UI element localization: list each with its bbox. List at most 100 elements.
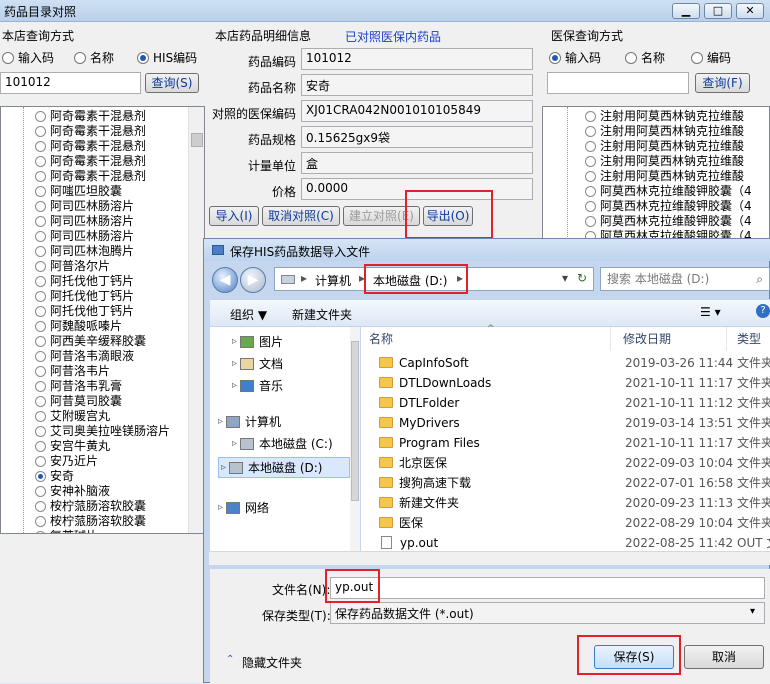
store-list-scrollbar[interactable]: [188, 107, 204, 533]
list-item[interactable]: 阿司匹林肠溶片: [35, 199, 170, 214]
file-row[interactable]: DTLFolder 2021-10-11 11:12 文件夹: [361, 393, 770, 413]
back-arrow-icon[interactable]: ◀: [212, 267, 238, 293]
list-item[interactable]: 阿昔洛韦片: [35, 364, 170, 379]
list-item[interactable]: 注射用阿莫西林钠克拉维酸: [585, 109, 752, 124]
expand-arrow-icon[interactable]: ▹: [221, 462, 226, 473]
list-item[interactable]: 阿西美辛缓释胶囊: [35, 334, 170, 349]
chevron-up-icon[interactable]: ⌃: [226, 654, 234, 665]
list-item[interactable]: 桉柠蒎肠溶软胶囊: [35, 514, 170, 529]
list-item[interactable]: 艾附暖宫丸: [35, 409, 170, 424]
nav-item[interactable]: ▹ 音乐: [232, 377, 283, 394]
horizontal-scrollbar[interactable]: [209, 551, 770, 565]
store-search-input[interactable]: 101012: [0, 72, 141, 94]
column-header-name[interactable]: 名称: [361, 327, 611, 351]
nav-item[interactable]: ▹ 本地磁盘 (D:): [218, 457, 350, 478]
column-header-type[interactable]: 类型: [729, 327, 770, 351]
dialog-nav-pane[interactable]: ▹ 图片 ▹ 文档 ▹ 音乐 ▹ 计算机 ▹ 本地磁盘 (C:) ▹ 本地磁盘 (D:) ▹ 网络: [210, 327, 360, 553]
list-item[interactable]: 阿奇霉素干混悬剂: [35, 169, 170, 184]
insurance-query-button[interactable]: 查询(F): [695, 73, 750, 93]
hide-folders-toggle[interactable]: 隐藏文件夹: [242, 654, 302, 671]
list-item[interactable]: 注射用阿莫西林钠克拉维酸: [585, 154, 752, 169]
cancel-button[interactable]: 取消: [684, 645, 764, 669]
list-item[interactable]: 阿昔洛韦乳膏: [35, 379, 170, 394]
forward-arrow-icon[interactable]: ▶: [240, 267, 266, 293]
insurance-drug-list[interactable]: 注射用阿莫西林钠克拉维酸 注射用阿莫西林钠克拉维酸 注射用阿莫西林钠克拉维酸 注射用阿…: [542, 106, 770, 246]
expand-arrow-icon[interactable]: ▹: [232, 438, 237, 449]
unit-field[interactable]: 盒: [301, 152, 533, 174]
main-titlebar[interactable]: 药品目录对照 ▁ □ ✕: [0, 0, 770, 22]
list-item[interactable]: 桉柠蒎肠溶软胶囊: [35, 499, 170, 514]
list-item[interactable]: 安宫牛黄丸: [35, 439, 170, 454]
store-query-button[interactable]: 查询(S): [145, 73, 199, 93]
list-item[interactable]: 阿魏酸哌嗪片: [35, 319, 170, 334]
list-item[interactable]: 阿奇霉素干混悬剂: [35, 154, 170, 169]
dialog-titlebar[interactable]: 保存HIS药品数据导入文件: [204, 239, 770, 261]
file-row[interactable]: Program Files 2021-10-11 11:17 文件夹: [361, 433, 770, 453]
list-item[interactable]: 注射用阿莫西林钠克拉维酸: [585, 124, 752, 139]
list-item[interactable]: 阿托伐他丁钙片: [35, 289, 170, 304]
save-file-dialog[interactable]: 保存HIS药品数据导入文件 ◀ ▶ ▸ 计算机 ▸ 本地磁盘 (D:) ▸ ▾ …: [203, 238, 770, 684]
list-item[interactable]: 阿司匹林肠溶片: [35, 214, 170, 229]
file-row[interactable]: 医保 2022-08-29 10:04 文件夹: [361, 513, 770, 533]
refresh-icon[interactable]: ↻: [577, 271, 587, 285]
store-radio-his-code[interactable]: HIS编码: [137, 49, 197, 66]
list-item[interactable]: 阿司匹林泡腾片: [35, 244, 170, 259]
list-item[interactable]: 阿嗤匹坦胶囊: [35, 184, 170, 199]
insurance-code-field[interactable]: XJ01CRA042N001010105849: [301, 100, 533, 122]
drug-code-field[interactable]: 101012: [301, 48, 533, 70]
close-button[interactable]: ✕: [736, 3, 764, 19]
list-item[interactable]: 阿奇霉素干混悬剂: [35, 124, 170, 139]
nav-item[interactable]: ▹ 计算机: [218, 413, 281, 430]
list-item[interactable]: 阿昔莫司胶囊: [35, 394, 170, 409]
nav-item[interactable]: ▹ 网络: [218, 499, 269, 516]
drug-spec-field[interactable]: 0.15625gx9袋: [301, 126, 533, 148]
minimize-button[interactable]: ▁: [672, 3, 700, 19]
file-row[interactable]: 新建文件夹 2020-09-23 11:13 文件夹: [361, 493, 770, 513]
list-item[interactable]: 注射用阿莫西林钠克拉维酸: [585, 139, 752, 154]
ins-radio-code[interactable]: 编码: [691, 49, 731, 66]
list-item[interactable]: 阿托伐他丁钙片: [35, 274, 170, 289]
nav-item[interactable]: ▹ 文档: [232, 355, 283, 372]
expand-arrow-icon[interactable]: ▹: [232, 336, 237, 347]
file-row[interactable]: yp.out2022-08-25 11:42OUT 文: [361, 533, 770, 553]
expand-arrow-icon[interactable]: ▹: [232, 358, 237, 369]
nav-item[interactable]: ▹ 图片: [232, 333, 283, 350]
organize-menu[interactable]: 组织 ▼: [230, 306, 267, 323]
ins-radio-input-code[interactable]: 输入码: [549, 49, 601, 66]
list-item[interactable]: 阿司匹林肠溶片: [35, 229, 170, 244]
file-list-pane[interactable]: 名称 ^ 修改日期 类型 CapInfoSoft 2019-03-26 11:44…: [361, 324, 770, 553]
list-item[interactable]: 阿普洛尔片: [35, 259, 170, 274]
store-radio-name[interactable]: 名称: [74, 49, 114, 66]
list-item[interactable]: 安乃近片: [35, 454, 170, 469]
chevron-down-icon[interactable]: ▾: [562, 271, 568, 285]
breadcrumb-computer[interactable]: 计算机: [315, 272, 351, 289]
nav-item[interactable]: ▹ 本地磁盘 (C:): [232, 435, 333, 452]
insurance-search-input[interactable]: [547, 72, 689, 94]
list-item[interactable]: 阿奇霉素干混悬剂: [35, 109, 170, 124]
expand-arrow-icon[interactable]: ▹: [218, 416, 223, 427]
list-item[interactable]: 安神补脑液: [35, 484, 170, 499]
list-item[interactable]: 注射用阿莫西林钠克拉维酸: [585, 169, 752, 184]
list-item[interactable]: 艾司奥美拉唑镁肠溶片: [35, 424, 170, 439]
view-options-icon[interactable]: ☰ ▾: [700, 305, 721, 319]
list-item[interactable]: 阿昔洛韦滴眼液: [35, 349, 170, 364]
list-item[interactable]: 阿奇霉素干混悬剂: [35, 139, 170, 154]
column-header-date[interactable]: 修改日期: [615, 327, 727, 351]
maximize-button[interactable]: □: [704, 3, 732, 19]
drug-name-field[interactable]: 安奇: [301, 74, 533, 96]
import-button[interactable]: 导入(I): [209, 206, 259, 226]
list-item[interactable]: 阿莫西林克拉维酸钾胶囊（4: [585, 214, 752, 229]
store-radio-input-code[interactable]: 输入码: [2, 49, 54, 66]
list-item[interactable]: 阿托伐他丁钙片: [35, 304, 170, 319]
help-icon[interactable]: ?: [756, 304, 770, 318]
store-drug-list[interactable]: 阿奇霉素干混悬剂 阿奇霉素干混悬剂 阿奇霉素干混悬剂 阿奇霉素干混悬剂 阿奇霉素干混悬剂…: [0, 106, 205, 534]
filetype-select[interactable]: 保存药品数据文件 (*.out): [330, 602, 765, 624]
nav-pane-scrollbar[interactable]: [350, 327, 360, 553]
cancel-match-button[interactable]: 取消对照(C): [262, 206, 340, 226]
file-row[interactable]: 北京医保 2022-09-03 10:04 文件夹: [361, 453, 770, 473]
list-item[interactable]: 安奇: [35, 469, 170, 484]
filename-input[interactable]: yp.out: [330, 577, 765, 599]
new-folder-button[interactable]: 新建文件夹: [292, 306, 352, 323]
file-row[interactable]: DTLDownLoads 2021-10-11 11:17 文件夹: [361, 373, 770, 393]
dialog-search-input[interactable]: 搜索 本地磁盘 (D:) ⌕: [600, 267, 770, 291]
